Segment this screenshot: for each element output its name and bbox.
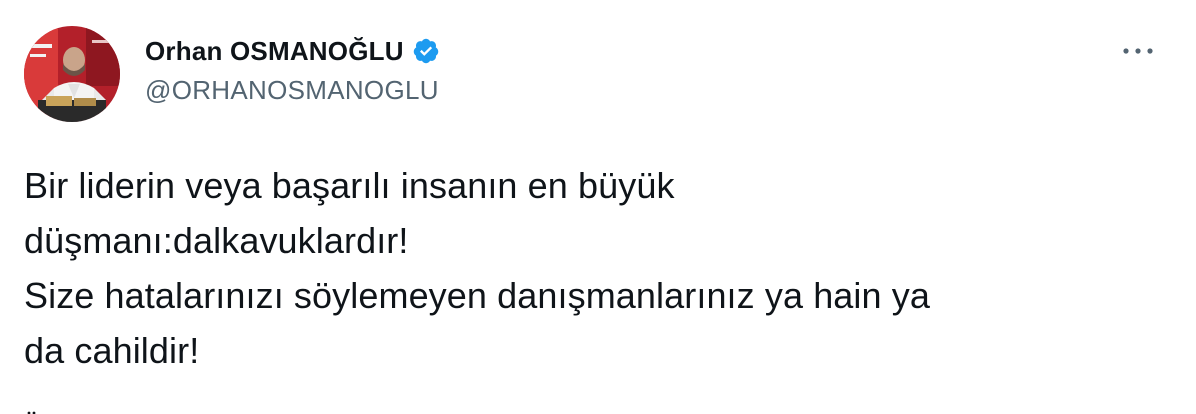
cropped-glyph	[24, 404, 38, 414]
tweet-card: Orhan OSMANOĞLU @ORHANOSMANOGLU Bir lide…	[0, 0, 1196, 414]
author-display-name[interactable]: Orhan OSMANOĞLU	[145, 36, 404, 67]
avatar-image	[24, 26, 120, 122]
author-handle[interactable]: @ORHANOSMANOGLU	[145, 75, 440, 106]
tweet-text: Bir liderin veya başarılı insanın en büy…	[24, 158, 1164, 378]
tweet-text-line: da cahildir!	[24, 330, 200, 371]
tweet-author: Orhan OSMANOĞLU @ORHANOSMANOGLU	[145, 33, 440, 106]
tweet-text-line: Bir liderin veya başarılı insanın en büy…	[24, 165, 675, 206]
more-options-icon[interactable]	[1120, 36, 1156, 66]
tweet-text-line: düşmanı:dalkavuklardır!	[24, 220, 409, 261]
verified-badge-icon	[412, 37, 440, 65]
avatar[interactable]	[24, 26, 120, 122]
name-row: Orhan OSMANOĞLU	[145, 33, 440, 69]
tweet-text-line: Size hatalarınızı söylemeyen danışmanlar…	[24, 275, 930, 316]
